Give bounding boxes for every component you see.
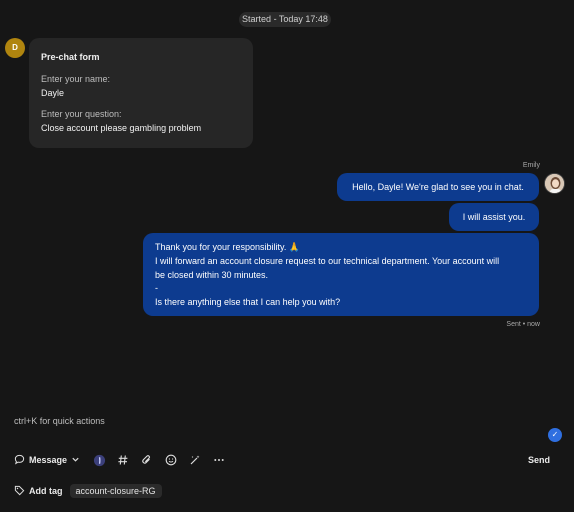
tag-icon: [14, 485, 25, 498]
agent-message: I will assist you.: [449, 203, 539, 231]
ai-assist-icon[interactable]: [92, 453, 106, 467]
message-mode-label: Message: [29, 455, 68, 465]
agent-message: Thank you for your responsibility. 🙏 I w…: [143, 233, 539, 316]
tag-chip[interactable]: account-closure-RG: [69, 484, 162, 498]
emoji-icon[interactable]: [164, 453, 178, 467]
add-tag-label: Add tag: [29, 486, 63, 496]
message-line: I will forward an account closure reques…: [155, 255, 500, 266]
send-button[interactable]: Send: [528, 455, 550, 465]
agent-avatar: [544, 173, 565, 194]
prechat-form-card: Pre-chat form Enter your name: Dayle Ent…: [29, 38, 253, 148]
message-mode-dropdown[interactable]: Message: [14, 454, 80, 467]
prechat-field-label: Enter your name:: [41, 74, 111, 84]
prechat-field-value: Dayle: [41, 88, 65, 98]
message-line: -: [155, 283, 158, 294]
chevron-down-icon: [71, 455, 80, 466]
session-started-pill: Started - Today 17:48: [239, 12, 331, 27]
prechat-field-value: Close account please gambling problem: [41, 123, 202, 133]
magic-wand-icon[interactable]: [188, 453, 202, 467]
message-status: Sent • now: [506, 321, 540, 328]
hashtag-icon[interactable]: [116, 453, 130, 467]
tag-bar: Add tag account-closure-RG: [14, 483, 162, 499]
prechat-field-label: Enter your question:: [41, 109, 122, 119]
check-icon[interactable]: ✓: [548, 428, 562, 442]
quick-actions-hint: ctrl+K for quick actions: [14, 416, 105, 426]
add-tag-button[interactable]: Add tag: [14, 485, 63, 498]
prechat-title: Pre-chat form: [41, 52, 100, 62]
paperclip-icon[interactable]: [140, 453, 154, 467]
agent-name: Emily: [522, 162, 540, 169]
agent-message: Hello, Dayle! We're glad to see you in c…: [337, 173, 539, 201]
message-line: Thank you for your responsibility. 🙏: [155, 242, 301, 252]
more-options-icon[interactable]: [212, 453, 226, 467]
speech-bubble-icon: [14, 454, 25, 467]
composer-toolbar: Message Send: [14, 451, 560, 469]
message-line: Is there anything else that I can help y…: [155, 297, 341, 308]
message-line: be closed within 30 minutes.: [155, 269, 269, 280]
customer-avatar: D: [5, 38, 25, 58]
